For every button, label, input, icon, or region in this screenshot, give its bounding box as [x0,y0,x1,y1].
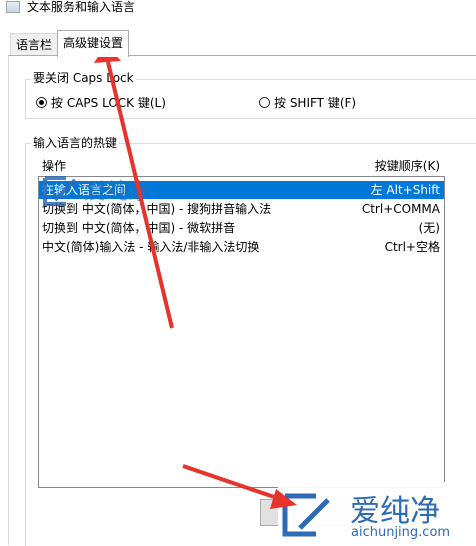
column-header-key-sequence: 按键顺序(K) [374,159,440,173]
list-item-key: 左 Alt+Shift [370,183,440,197]
list-item-key: Ctrl+空格 [384,240,440,254]
radio-button[interactable] [259,96,270,108]
list-item[interactable]: 中文(简体)输入法 - 输入法/非输入法切换 Ctrl+空格 [39,238,444,256]
watermark-logo: 爱纯净 aichunjing.com [278,482,476,545]
shift-key-label: 按 SHIFT 键(F) [274,95,357,110]
tab-strip: 语言栏 高级键设置 [0,30,476,57]
tab-advanced-key-settings[interactable]: 高级键设置 [57,30,130,57]
list-item-action: 中文(简体)输入法 - 输入法/非输入法切换 [42,240,260,254]
tab-language-bar[interactable]: 语言栏 [10,33,59,55]
watermark-brand: 爱纯净 [350,494,440,529]
radio-button-selected[interactable] [36,96,47,108]
watermark-icon [282,493,330,537]
shift-key-option[interactable]: 按 SHIFT 键(F) [259,94,356,110]
watermark-brand-small: 爱纯净 [84,180,151,205]
watermark-icon [43,176,77,206]
app-icon [6,1,20,13]
hotkey-list[interactable]: 在输入语言之间 左 Alt+Shift 切换到 中文(简体，中国) - 搜狗拼音… [38,176,445,488]
caps-lock-key-option[interactable]: 按 CAPS LOCK 键(L) [36,94,166,110]
title-bar: 文本服务和输入语言 [0,0,476,16]
list-item-key: Ctrl+COMMA [361,202,440,216]
list-item[interactable]: 切换到 中文(简体，中国) - 微软拼音 (无) [39,219,444,237]
caps-lock-legend: 要关闭 Caps Lock [31,71,136,85]
watermark-url: aichunjing.com [351,525,451,540]
caps-lock-key-label: 按 CAPS LOCK 键(L) [51,95,166,110]
list-item-key: (无) [418,221,440,235]
watermark-logo-small: 爱纯净 [43,172,194,208]
hotkeys-legend: 输入语言的热键 [31,136,120,150]
list-item-action: 切换到 中文(简体，中国) - 微软拼音 [42,221,236,235]
window-title: 文本服务和输入语言 [27,0,136,14]
